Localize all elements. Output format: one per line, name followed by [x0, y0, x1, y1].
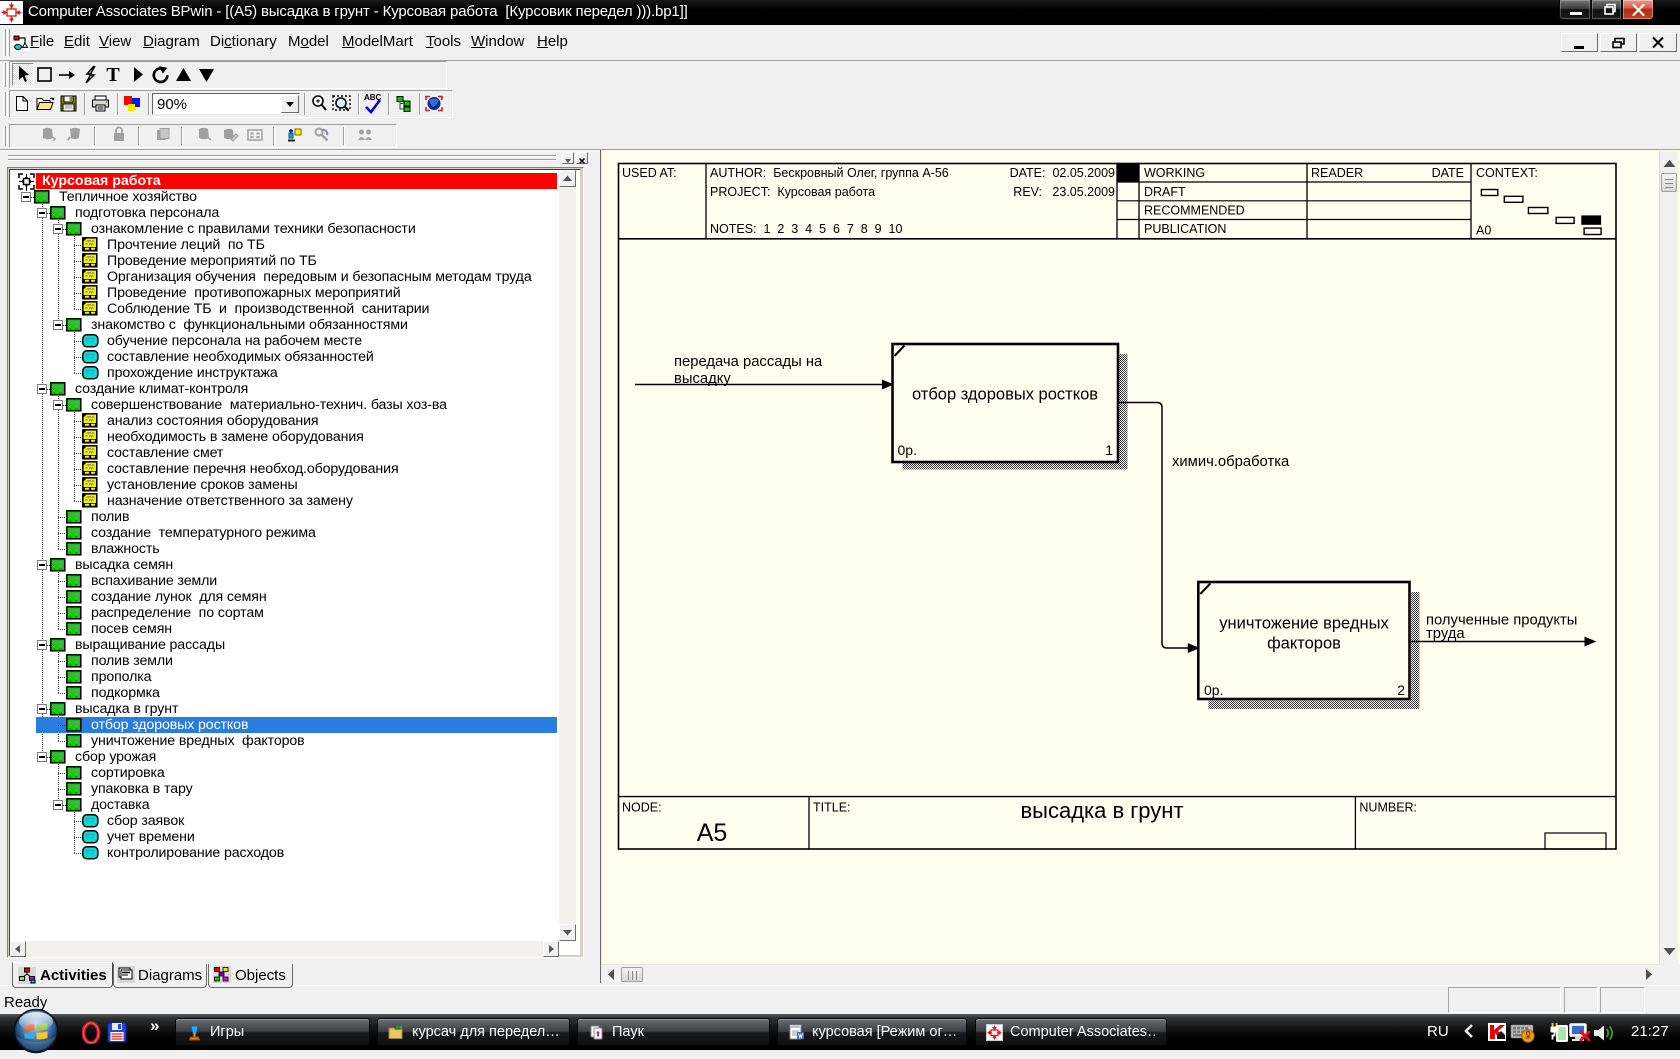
svg-text:А5: А5	[697, 819, 728, 847]
svg-text:0р.: 0р.	[898, 442, 917, 458]
svg-text:DRAFT: DRAFT	[1144, 185, 1186, 199]
svg-text:PUBLICATION: PUBLICATION	[1144, 222, 1226, 236]
svg-text:труда: труда	[1426, 626, 1465, 642]
svg-text:высадка в грунт: высадка в грунт	[1020, 798, 1183, 823]
svg-text:WORKING: WORKING	[1144, 166, 1205, 180]
svg-text:NODE:: NODE:	[622, 801, 662, 815]
svg-text:TITLE:: TITLE:	[813, 801, 851, 815]
svg-text:NOTES: 1 2 3 4 5 6 7 8: NOTES: 1 2 3 4 5 6 7 8 9 10	[710, 222, 903, 236]
svg-text:DATE: 02.05.2009: DATE: 02.05.2009	[1010, 166, 1115, 180]
svg-text:факторов: факторов	[1267, 635, 1341, 653]
svg-text:RECOMMENDED: RECOMMENDED	[1144, 204, 1245, 218]
svg-text:USED AT:: USED AT:	[622, 166, 677, 180]
svg-text:PROJECT: Курсовая работа: PROJECT: Курсовая работа	[710, 185, 875, 199]
svg-text:REV: 23.05.2009: REV: 23.05.2009	[1013, 185, 1115, 199]
svg-text:химич.обработка: химич.обработка	[1172, 454, 1290, 470]
svg-text:READER: READER	[1311, 166, 1363, 180]
svg-text:NUMBER:: NUMBER:	[1359, 801, 1417, 815]
svg-text:уничтожение вредных: уничтожение вредных	[1219, 615, 1389, 633]
svg-text:высадку: высадку	[674, 371, 731, 387]
svg-text:CONTEXT:: CONTEXT:	[1476, 166, 1538, 180]
svg-text:2: 2	[1397, 682, 1405, 698]
svg-text:DATE: DATE	[1432, 166, 1464, 180]
svg-text:AUTHOR: Бескровный Олег, груп: AUTHOR: Бескровный Олег, группа А-56	[710, 166, 949, 180]
svg-text:1: 1	[1105, 442, 1113, 458]
svg-text:0р.: 0р.	[1204, 682, 1223, 698]
svg-text:передача рассады на: передача рассады на	[674, 354, 823, 370]
svg-text:отбор здоровых ростков: отбор здоровых ростков	[912, 386, 1098, 404]
svg-text:A0: A0	[1476, 224, 1491, 238]
